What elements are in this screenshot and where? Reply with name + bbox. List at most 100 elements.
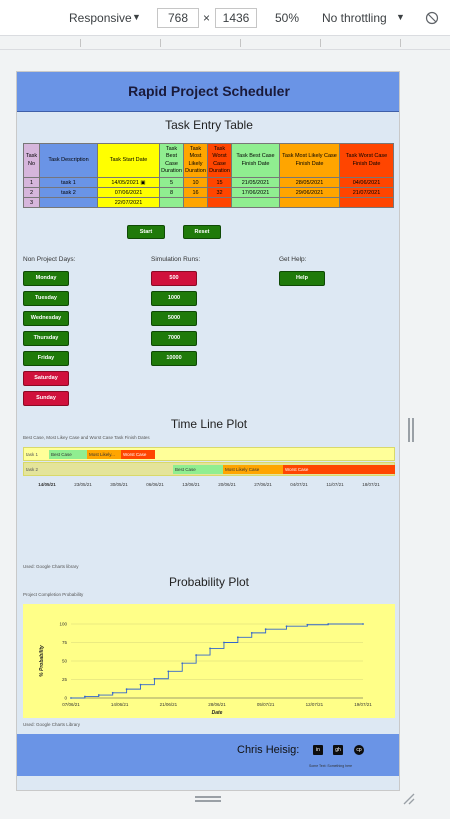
calendar-icon[interactable]: ▣ [140, 180, 145, 186]
task-desc-input[interactable]: task 2 [39, 187, 98, 198]
data-point [264, 628, 267, 631]
throttle-select[interactable]: No throttling [322, 11, 387, 25]
best-finish-cell: 21/05/2021 [231, 177, 280, 188]
task-start-input[interactable]: 07/06/2021 [97, 187, 160, 198]
zoom-select[interactable]: 50% [275, 11, 299, 25]
col-header-worst-finish: Task Worst Case Finish Date [339, 143, 394, 178]
timeline-tick: 04/07/21 [290, 482, 308, 487]
likely-finish-cell [279, 197, 340, 208]
x-tick-label: 28/06/21 [208, 702, 226, 707]
x-axis-label: Date [212, 710, 223, 716]
y-axis-label: % Probability [39, 645, 45, 677]
x-tick-label: 05/07/21 [257, 702, 275, 707]
resize-handle-right[interactable] [408, 418, 410, 442]
resize-corner-icon[interactable] [402, 792, 416, 806]
timeline-tick: 18/07/21 [362, 482, 380, 487]
timeline-bar-best[interactable]: Best Case [173, 465, 223, 474]
day-button-sunday[interactable]: Sunday [23, 391, 69, 406]
help-button[interactable]: Help [279, 271, 325, 286]
timeline-tick: 30/05/21 [110, 482, 128, 487]
y-tick-label: 0 [64, 696, 67, 701]
timeline-tick: 27/06/21 [254, 482, 272, 487]
col-header-task-no: Task No [23, 143, 40, 178]
task-desc-input[interactable] [39, 197, 98, 208]
device-select[interactable]: Responsive [69, 11, 132, 25]
runs-button-5000[interactable]: 5000 [151, 311, 197, 326]
data-point [195, 654, 198, 656]
timeline-row-label: task 2 [26, 467, 39, 472]
timeline-tick: 23/05/21 [74, 482, 92, 487]
timeline-title: Time Line Plot [170, 417, 248, 431]
linkedin-icon[interactable]: in [313, 745, 323, 755]
worst-duration-input[interactable]: 32 [207, 187, 232, 198]
codepen-icon[interactable]: cp [354, 745, 364, 755]
start-button[interactable]: Start [127, 225, 165, 239]
probability-title: Probability Plot [168, 575, 250, 589]
best-duration-input[interactable]: 8 [159, 187, 184, 198]
likely-duration-input[interactable]: 16 [183, 187, 208, 198]
timeline-row: task 2 Best Case Most Likely Case Worst … [23, 462, 395, 476]
worst-duration-input[interactable]: 15 [207, 177, 232, 188]
timeline-bar-likely[interactable]: Most Likely... [87, 450, 121, 459]
data-point [70, 697, 72, 699]
col-header-best: Task Best Case Duration [159, 143, 184, 178]
timeline-bar-likely[interactable]: Most Likely Case [223, 465, 283, 474]
day-button-wednesday[interactable]: Wednesday [23, 311, 69, 326]
day-button-monday[interactable]: Monday [23, 271, 69, 286]
x-tick-label: 14/06/21 [111, 702, 129, 707]
likely-duration-input[interactable]: 10 [183, 177, 208, 188]
day-button-thursday[interactable]: Thursday [23, 331, 69, 346]
runs-button-10000[interactable]: 10000 [151, 351, 197, 366]
runs-button-1000[interactable]: 1000 [151, 291, 197, 306]
day-button-tuesday[interactable]: Tuesday [23, 291, 69, 306]
probability-chart: 0 25 50 75 100 07/06/21 14/06/21 21/06/21 28/06/… [23, 604, 395, 718]
throttle-dropdown-icon[interactable]: ▼ [396, 12, 405, 22]
probability-credit: Used: Google Charts Library [23, 722, 81, 727]
timeline-bar-worst[interactable]: Worst Case [283, 465, 395, 474]
non-project-days-label: Non Project Days: [23, 256, 76, 263]
data-point [167, 670, 170, 673]
timeline-tick: 11/07/21 [326, 482, 344, 487]
table-row: 3 22/07/2021 [23, 197, 394, 208]
task-entry-table: Task No Task Description Task Start Date… [23, 143, 394, 208]
col-header-worst: Task Worst Case Duration [207, 143, 232, 178]
github-icon[interactable]: gh [333, 745, 343, 755]
day-button-friday[interactable]: Friday [23, 351, 69, 366]
likely-finish-cell: 28/05/2021 [279, 177, 340, 188]
height-input[interactable]: 1436 [215, 8, 257, 28]
timeline-row-label: task 1 [26, 452, 39, 457]
task-desc-input[interactable]: task 1 [39, 177, 98, 188]
x-tick-label: 12/07/21 [306, 702, 324, 707]
task-start-input[interactable]: 14/05/2021 ▣ [97, 177, 160, 188]
task-no-cell: 1 [23, 177, 40, 188]
web-page: Rapid Project Scheduler Task Entry Table… [16, 71, 400, 791]
data-point [111, 691, 114, 694]
device-dropdown-icon[interactable]: ▼ [132, 12, 141, 22]
best-duration-input[interactable] [159, 197, 184, 208]
width-input[interactable]: 768 [157, 8, 199, 28]
col-header-likely: Task Most Likely Duration [183, 143, 208, 178]
worst-duration-input[interactable] [207, 197, 232, 208]
simulation-runs-label: Simulation Runs: [151, 256, 201, 263]
likely-duration-input[interactable] [183, 197, 208, 208]
timeline-tick: 20/06/21 [218, 482, 236, 487]
col-header-best-finish: Task Best Case Finish Date [231, 143, 280, 178]
best-duration-input[interactable]: 5 [159, 177, 184, 188]
task-no-cell: 3 [23, 197, 40, 208]
task-start-input[interactable]: 22/07/2021 [97, 197, 160, 208]
col-header-likely-finish: Task Most Likely Case Finish Date [279, 143, 340, 178]
footer-name: Chris Heisig: [237, 744, 300, 756]
data-point [362, 623, 364, 625]
reset-button[interactable]: Reset [183, 225, 221, 239]
runs-button-500[interactable]: 500 [151, 271, 197, 286]
rotate-icon[interactable] [425, 11, 439, 25]
timeline-bar-worst[interactable]: Worst Case [121, 450, 155, 459]
data-point [306, 623, 309, 626]
data-point [327, 623, 330, 625]
day-button-saturday[interactable]: Saturday [23, 371, 69, 386]
resize-handle-bottom[interactable] [195, 796, 221, 798]
runs-button-7000[interactable]: 7000 [151, 331, 197, 346]
data-point [139, 683, 142, 686]
task-table-title: Task Entry Table [165, 118, 253, 132]
timeline-bar-best[interactable]: Best Case [49, 450, 87, 459]
